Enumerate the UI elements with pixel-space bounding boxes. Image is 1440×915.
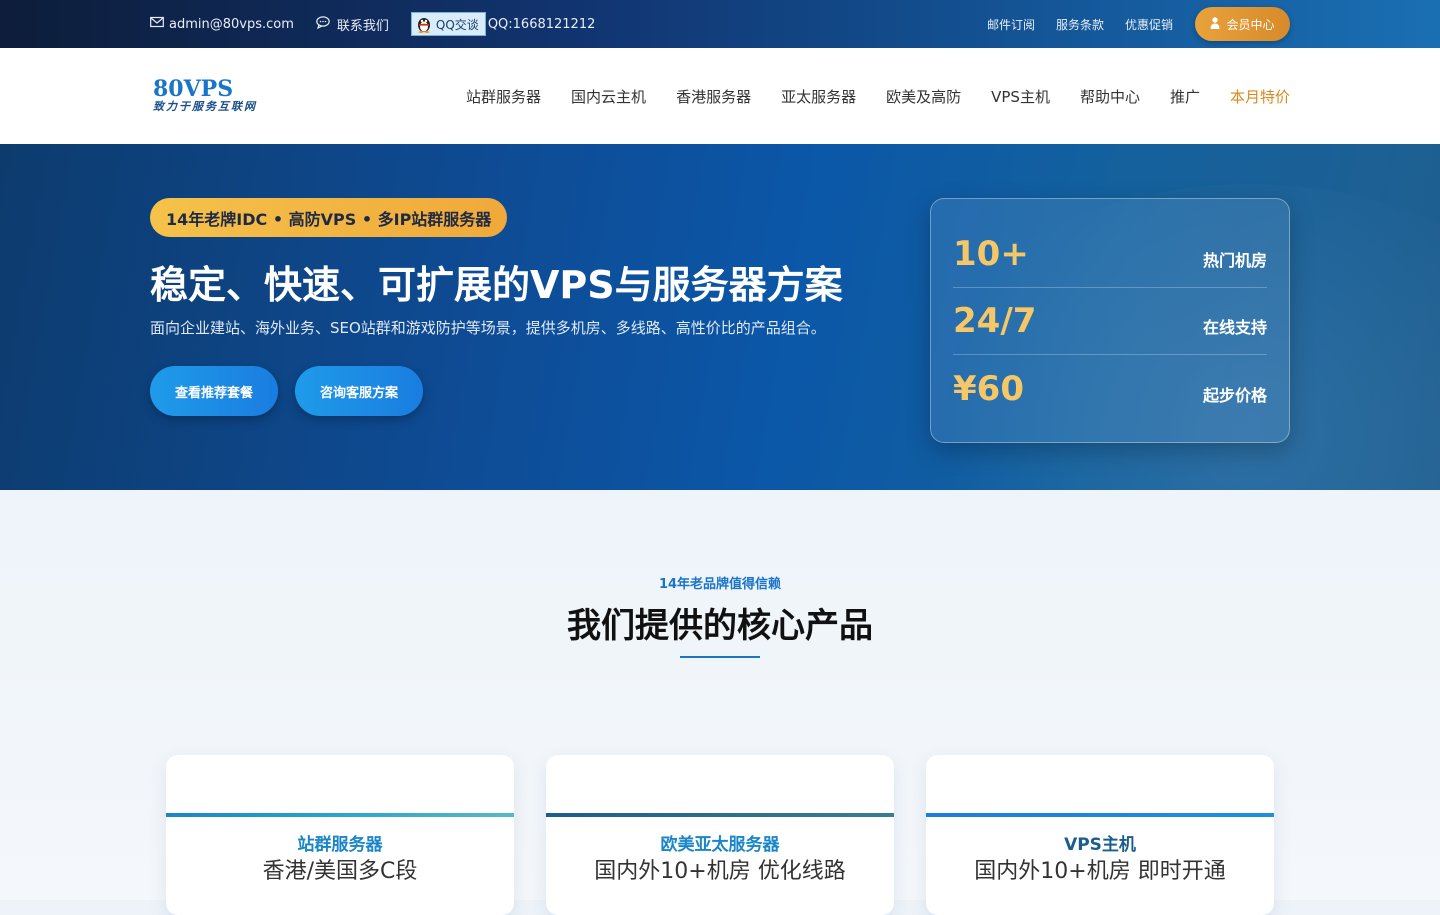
section-kicker: 14年老品牌值得信赖 [658,577,782,592]
nav-item-domestic-cloud[interactable]: 国内云主机 [571,86,646,107]
card-title: 站群服务器 [297,835,383,855]
hero-description: 面向企业建站、海外业务、SEO站群和游戏防护等场景，提供多机房、多线路、高性价比… [150,319,826,337]
member-center-button[interactable]: 会员中心 [1195,7,1290,41]
heading-underline [680,656,760,658]
contact-link[interactable]: 联系我们 [316,15,389,34]
qq-chat-label: QQ交谈 [435,17,479,32]
top-bar-right: 邮件订阅 服务条款 优惠促销 会员中心 [966,0,1290,48]
nav-item-hongkong[interactable]: 香港服务器 [676,86,751,107]
nav-item-vps[interactable]: VPS主机 [991,86,1050,107]
card-title: VPS主机 [1064,835,1136,855]
email-link[interactable]: admin@80vps.com [150,16,294,32]
nav-item-site-cluster[interactable]: 站群服务器 [466,86,541,107]
qq-chat-button[interactable]: QQ交谈 [410,12,486,36]
product-card-eu-apac[interactable]: 欧美亚太服务器 国内外10+机房 优化线路 [546,755,894,915]
stats-panel: 10+ 热门机房 24/7 在线支持 ¥60 起步价格 [930,198,1290,443]
card-accent-bar [926,813,1274,817]
stat-support: 24/7 在线支持 [953,288,1267,355]
nav-item-apac[interactable]: 亚太服务器 [781,86,856,107]
user-icon [1210,16,1226,32]
chat-icon [316,15,337,33]
qq-penguin-icon [416,15,432,33]
top-bar: admin@80vps.com 联系我们 QQ交谈 QQ:1668121212 … [0,0,1440,48]
card-subtitle: 国内外10+机房 即时开通 [974,859,1226,884]
terms-link[interactable]: 服务条款 [1056,16,1104,33]
hero-title: 稳定、快速、可扩展的VPS与服务器方案 [150,263,843,307]
card-title: 欧美亚太服务器 [660,835,780,855]
products-section: 14年老品牌值得信赖 我们提供的核心产品 站群服务器 香港/美国多C段 欧美亚太… [0,490,1440,915]
stat-number: 24/7 [953,301,1037,341]
newsletter-link[interactable]: 邮件订阅 [987,16,1035,33]
stat-number: 10+ [953,234,1029,274]
section-heading: 我们提供的核心产品 [567,606,873,646]
card-subtitle: 香港/美国多C段 [262,859,418,884]
stat-price: ¥60 起步价格 [953,355,1267,422]
product-card-vps[interactable]: VPS主机 国内外10+机房 即时开通 [926,755,1274,915]
member-center-label: 会员中心 [1226,17,1275,32]
hero-banner: 14年老牌IDC • 高防VPS • 多IP站群服务器 稳定、快速、可扩展的VP… [0,144,1440,490]
hero-badge: 14年老牌IDC • 高防VPS • 多IP站群服务器 [150,198,508,237]
contact-text: 联系我们 [336,18,389,34]
qq-number: QQ:1668121212 [487,16,596,32]
card-subtitle: 国内外10+机房 优化线路 [594,859,846,884]
product-card-site-cluster[interactable]: 站群服务器 香港/美国多C段 [166,755,514,915]
stat-number: ¥60 [953,368,1024,409]
view-plans-button[interactable]: 查看推荐套餐 [150,366,278,416]
nav-item-promote[interactable]: 推广 [1170,86,1200,107]
logo-brand: 80VPS [153,76,234,102]
stat-label: 在线支持 [1202,318,1267,337]
stat-datacenters: 10+ 热门机房 [953,221,1267,288]
card-accent-bar [166,813,514,817]
nav-menu: 站群服务器 国内云主机 香港服务器 亚太服务器 欧美及高防 VPS主机 帮助中心… [436,48,1290,144]
envelope-icon [150,16,169,32]
nav-item-help[interactable]: 帮助中心 [1080,86,1140,107]
stat-label: 起步价格 [1202,385,1267,405]
consult-button[interactable]: 咨询客服方案 [295,366,423,416]
stat-label: 热门机房 [1202,251,1267,270]
nav-item-monthly-deal[interactable]: 本月特价 [1230,86,1290,107]
card-accent-bar [546,813,894,817]
site-logo[interactable]: 80VPS 致力于服务互联网 [153,78,257,114]
promotions-link[interactable]: 优惠促销 [1125,16,1173,33]
nav-item-eu-us-ddos[interactable]: 欧美及高防 [886,86,961,107]
email-text: admin@80vps.com [169,16,294,32]
main-nav: 80VPS 致力于服务互联网 站群服务器 国内云主机 香港服务器 亚太服务器 欧… [0,48,1440,144]
logo-slogan: 致力于服务互联网 [153,100,257,113]
top-bar-left: admin@80vps.com 联系我们 QQ交谈 QQ:1668121212 [150,0,595,48]
